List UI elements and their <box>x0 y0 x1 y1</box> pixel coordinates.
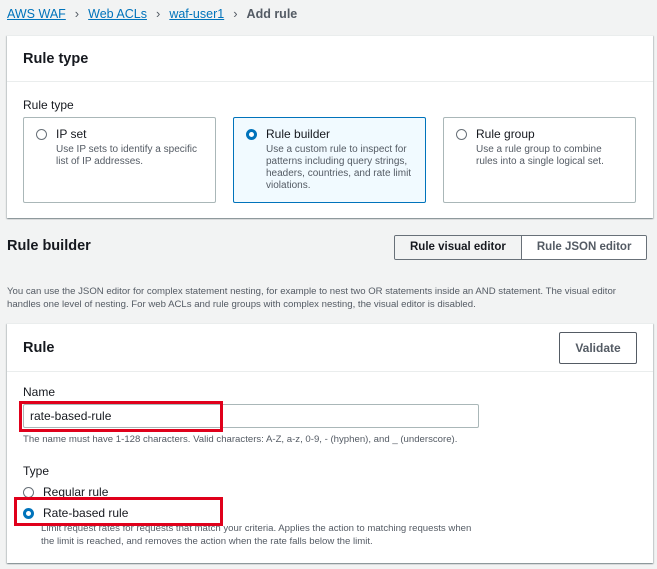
rule-type-tiles: IP set Use IP sets to identify a specifi… <box>23 117 653 203</box>
rule-type-panel: Rule type Rule type IP set Use IP sets t… <box>7 35 653 218</box>
panel-title: Rule <box>23 339 55 356</box>
validate-button[interactable]: Validate <box>559 331 637 364</box>
panel-title: Rule type <box>7 36 653 82</box>
type-label: Type <box>23 464 50 478</box>
tile-description: Use a rule group to combine rules into a… <box>476 144 604 167</box>
tile-rule-group[interactable]: Rule group Use a rule group to combine r… <box>443 117 636 203</box>
chevron-right-icon: › <box>74 6 80 21</box>
tile-label: IP set <box>56 127 87 141</box>
editor-toggle: Rule visual editor Rule JSON editor <box>394 235 648 260</box>
tile-description: Use IP sets to identify a specific list … <box>56 144 197 167</box>
breadcrumb-current: Add rule <box>246 6 298 21</box>
radio-rate-based-rule[interactable]: Rate-based rule <box>23 506 483 520</box>
rule-panel-header: Rule Validate <box>7 324 653 372</box>
tile-label: Rule builder <box>266 127 331 141</box>
chevron-right-icon: › <box>233 6 238 21</box>
radio-description: Limit request rates for requests that ma… <box>41 523 472 547</box>
tile-description: Use a custom rule to inspect for pattern… <box>266 144 412 191</box>
radio-label: Regular rule <box>43 485 109 499</box>
name-hint: The name must have 1-128 characters. Val… <box>23 434 458 445</box>
radio-icon[interactable] <box>456 128 467 140</box>
rule-type-label: Rule type <box>23 98 74 112</box>
tab-rule-json-editor[interactable]: Rule JSON editor <box>521 236 647 259</box>
radio-checked-icon[interactable] <box>246 128 257 140</box>
name-label: Name <box>23 385 56 399</box>
radio-icon[interactable] <box>36 128 47 140</box>
rule-name-input[interactable] <box>23 404 479 428</box>
breadcrumb-aws-waf[interactable]: AWS WAF <box>7 7 66 21</box>
breadcrumb-web-acls[interactable]: Web ACLs <box>88 7 147 21</box>
radio-icon[interactable] <box>23 486 34 498</box>
radio-checked-icon[interactable] <box>23 507 34 519</box>
rule-panel: Rule Validate Name The name must have 1-… <box>7 323 653 563</box>
rule-builder-title: Rule builder <box>7 238 91 254</box>
radio-regular-rule[interactable]: Regular rule <box>23 485 108 499</box>
tile-label: Rule group <box>476 127 535 141</box>
radio-rate-based-rule-group: Rate-based rule Limit request rates for … <box>23 506 483 548</box>
tab-rule-visual-editor[interactable]: Rule visual editor <box>395 236 522 259</box>
tile-rule-builder[interactable]: Rule builder Use a custom rule to inspec… <box>233 117 426 203</box>
breadcrumb-waf-user1[interactable]: waf-user1 <box>169 7 224 21</box>
tile-ip-set[interactable]: IP set Use IP sets to identify a specifi… <box>23 117 216 203</box>
breadcrumb: AWS WAF › Web ACLs › waf-user1 › Add rul… <box>7 6 297 21</box>
radio-label: Rate-based rule <box>43 506 129 520</box>
editor-note: You can use the JSON editor for complex … <box>7 286 616 310</box>
chevron-right-icon: › <box>155 6 161 21</box>
